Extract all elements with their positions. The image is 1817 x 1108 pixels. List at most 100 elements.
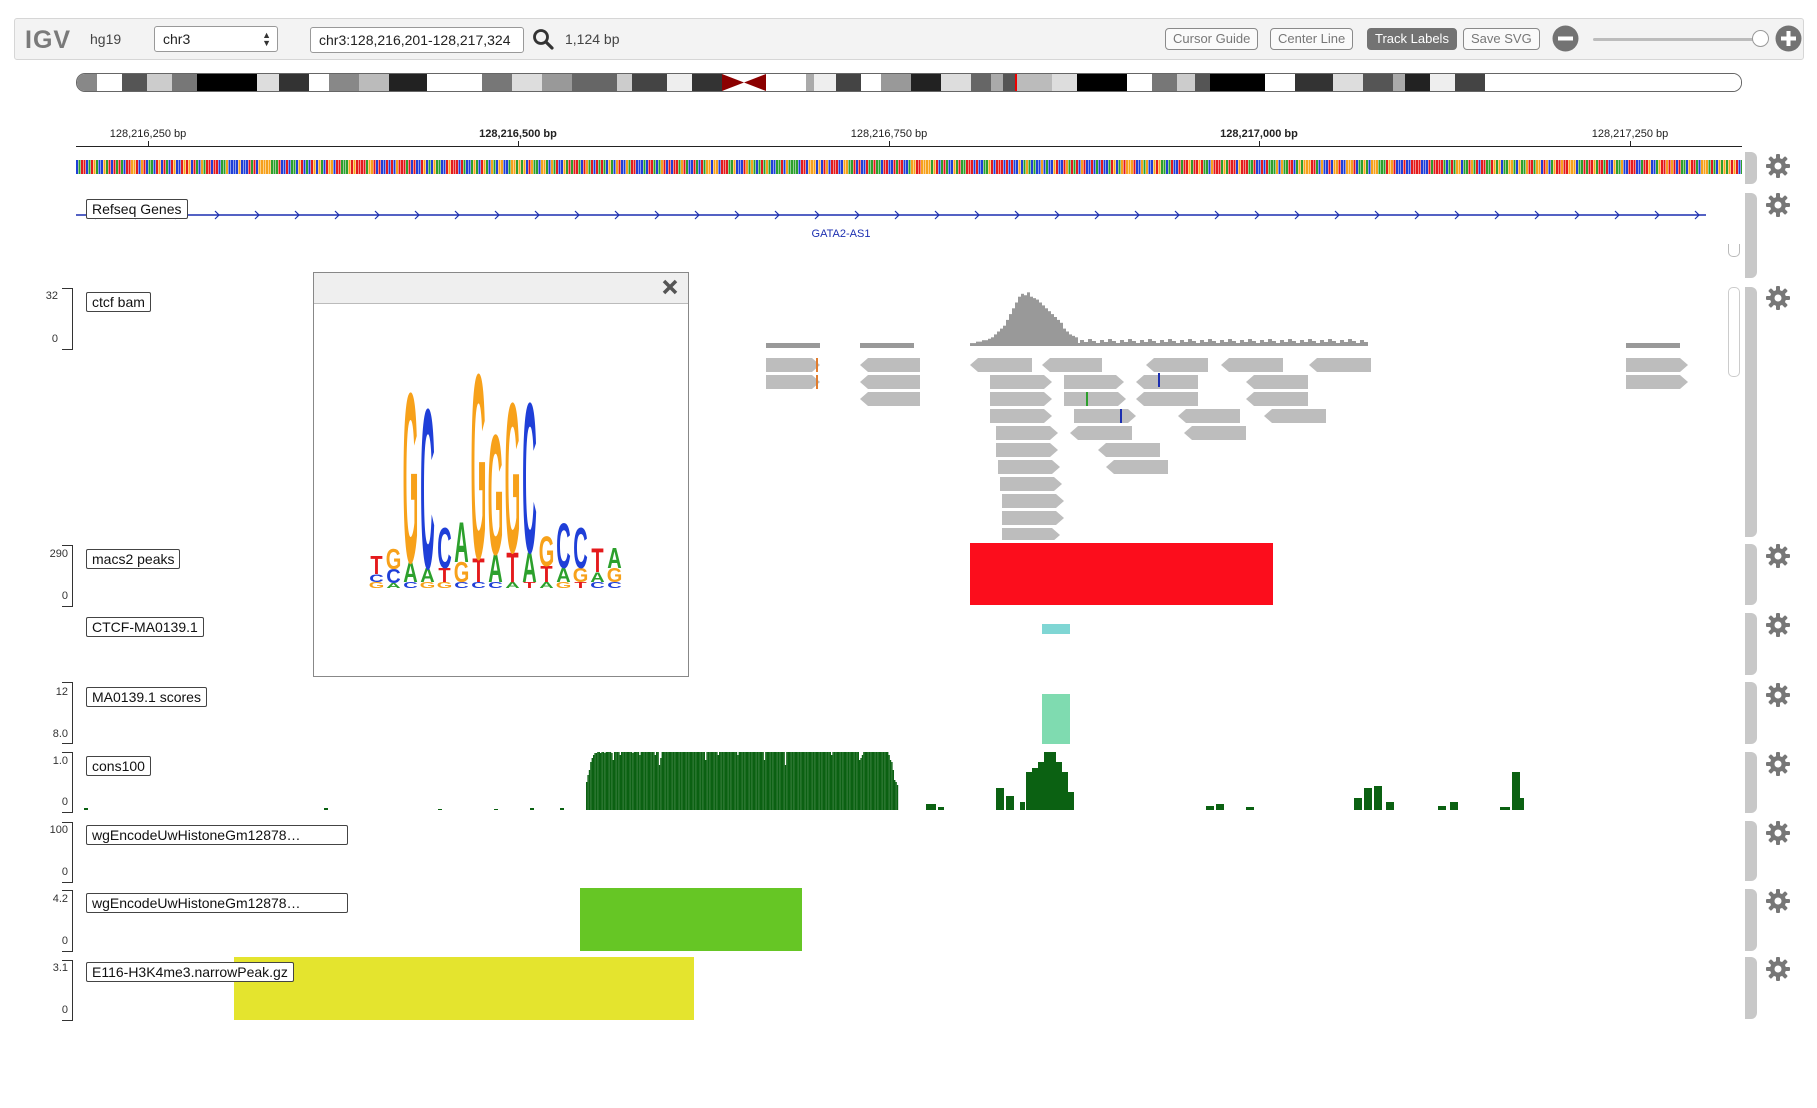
track-drag-handle[interactable] xyxy=(1745,613,1757,675)
conservation-bar xyxy=(880,752,882,810)
track-drag-handle[interactable] xyxy=(1745,193,1757,278)
save-svg-button[interactable]: Save SVG xyxy=(1463,28,1540,50)
chromosome-select[interactable]: chr3 ▲ ▼ xyxy=(154,26,278,52)
sequence-base xyxy=(293,160,296,174)
cons100-track-label[interactable]: cons100 xyxy=(86,756,151,776)
sequence-base xyxy=(1473,160,1476,174)
track-drag-handle[interactable] xyxy=(1745,821,1757,881)
conservation-bar xyxy=(840,752,843,810)
popup-header[interactable] xyxy=(314,273,688,304)
zoom-out-icon[interactable] xyxy=(1552,25,1579,52)
gear-icon[interactable] xyxy=(1765,682,1791,708)
conservation-bar xyxy=(842,752,844,810)
sequence-base xyxy=(1676,160,1678,174)
e116-track-label[interactable]: E116-H3K4me3.narrowPeak.gz xyxy=(86,962,294,982)
locus-search-input[interactable]: chr3:128,216,201-128,217,324 xyxy=(310,27,524,53)
sequence-base xyxy=(201,160,203,174)
sequence-base xyxy=(1621,160,1623,174)
sequence-base xyxy=(453,160,456,174)
conservation-bar xyxy=(870,752,872,810)
conservation-bar xyxy=(786,752,788,810)
sequence-base xyxy=(138,160,141,174)
histone1-track-label[interactable]: wgEncodeUwHistoneGm12878… xyxy=(86,825,348,845)
sequence-base xyxy=(1198,160,1201,174)
genome-label[interactable]: hg19 xyxy=(90,31,121,47)
sequence-base xyxy=(573,160,576,174)
track-scrollbar[interactable] xyxy=(1728,287,1740,377)
ma-score-bar[interactable] xyxy=(1042,694,1070,744)
conservation-bar xyxy=(861,755,864,810)
conservation-bar xyxy=(784,765,787,810)
coverage-bar xyxy=(1228,339,1232,346)
alignment-read xyxy=(860,392,920,406)
sequence-base xyxy=(416,160,418,174)
refseq-gene-track[interactable]: GATA2-AS1 xyxy=(76,200,1742,240)
ma-scores-track-label[interactable]: MA0139.1 scores xyxy=(86,687,207,707)
gear-icon[interactable] xyxy=(1765,956,1791,982)
gear-icon[interactable] xyxy=(1765,820,1791,846)
conservation-bar xyxy=(780,752,782,810)
sequence-base xyxy=(1548,160,1551,174)
ctcf-motif-track-label[interactable]: CTCF-MA0139.1 xyxy=(86,617,204,637)
track-drag-handle[interactable] xyxy=(1745,544,1757,605)
alignment-read xyxy=(1309,358,1371,372)
zoom-slider-handle[interactable] xyxy=(1752,30,1769,47)
track-drag-handle[interactable] xyxy=(1745,752,1757,813)
gear-icon[interactable] xyxy=(1765,612,1791,638)
conservation-bar xyxy=(881,752,883,810)
gear-icon[interactable] xyxy=(1765,751,1791,777)
close-icon[interactable] xyxy=(661,278,679,296)
sequence-base xyxy=(1398,160,1401,174)
coverage-bar xyxy=(766,343,820,348)
conservation-bar xyxy=(797,752,799,810)
track-drag-handle[interactable] xyxy=(1745,957,1757,1019)
chromosome-ideogram[interactable] xyxy=(76,73,1742,92)
alignment-read xyxy=(990,409,1052,423)
conservation-bar xyxy=(658,765,661,810)
search-icon[interactable] xyxy=(531,27,555,51)
cursor-guide-button[interactable]: Cursor Guide xyxy=(1165,28,1259,50)
conservation-bar xyxy=(847,752,850,810)
sequence-base xyxy=(263,160,266,174)
track-labels-button[interactable]: Track Labels xyxy=(1367,28,1457,50)
histone2-peak-feature[interactable] xyxy=(580,888,802,951)
conservation-bar xyxy=(716,752,718,810)
sequence-base xyxy=(721,160,723,174)
sequence-track[interactable] xyxy=(76,160,1742,174)
gear-icon[interactable] xyxy=(1765,192,1791,218)
histone2-track-label[interactable]: wgEncodeUwHistoneGm12878… xyxy=(86,893,348,913)
sequence-base xyxy=(551,160,553,174)
e116-peak-feature[interactable] xyxy=(234,957,694,1020)
track-scrollbar[interactable] xyxy=(1728,244,1740,257)
macs2-peak-feature[interactable] xyxy=(970,543,1273,605)
motif-logo-popup[interactable]: GCTACGCAGGACGTCCGACTGCAGATGTACATGGACTGCC… xyxy=(313,272,689,677)
sequence-base xyxy=(726,160,728,174)
macs2-track-label[interactable]: macs2 peaks xyxy=(86,549,181,569)
sequence-base xyxy=(178,160,181,174)
track-drag-handle[interactable] xyxy=(1745,889,1757,951)
gear-icon[interactable] xyxy=(1765,888,1791,914)
zoom-in-icon[interactable] xyxy=(1775,25,1802,52)
gear-icon[interactable] xyxy=(1765,153,1791,179)
ctcf-motif-feature[interactable] xyxy=(1042,624,1070,634)
sequence-base xyxy=(1253,160,1256,174)
refseq-track-label[interactable]: Refseq Genes xyxy=(86,199,188,219)
sequence-base xyxy=(1413,160,1416,174)
center-line-button[interactable]: Center Line xyxy=(1270,28,1354,50)
track-drag-handle[interactable] xyxy=(1745,152,1757,184)
sequence-base xyxy=(1736,160,1738,174)
conservation-bar xyxy=(1520,798,1524,810)
conservation-bar xyxy=(1206,806,1214,810)
sequence-base xyxy=(193,160,196,174)
sequence-base xyxy=(741,160,743,174)
sequence-base xyxy=(1618,160,1621,174)
conservation-bar xyxy=(670,752,672,810)
gear-icon[interactable] xyxy=(1765,543,1791,569)
gear-icon[interactable] xyxy=(1765,285,1791,311)
sequence-base xyxy=(1236,160,1238,174)
sequence-base xyxy=(243,160,246,174)
track-drag-handle[interactable] xyxy=(1745,287,1757,537)
zoom-slider-track[interactable] xyxy=(1593,38,1763,41)
cons100-signal[interactable] xyxy=(76,745,1742,813)
track-drag-handle[interactable] xyxy=(1745,682,1757,744)
